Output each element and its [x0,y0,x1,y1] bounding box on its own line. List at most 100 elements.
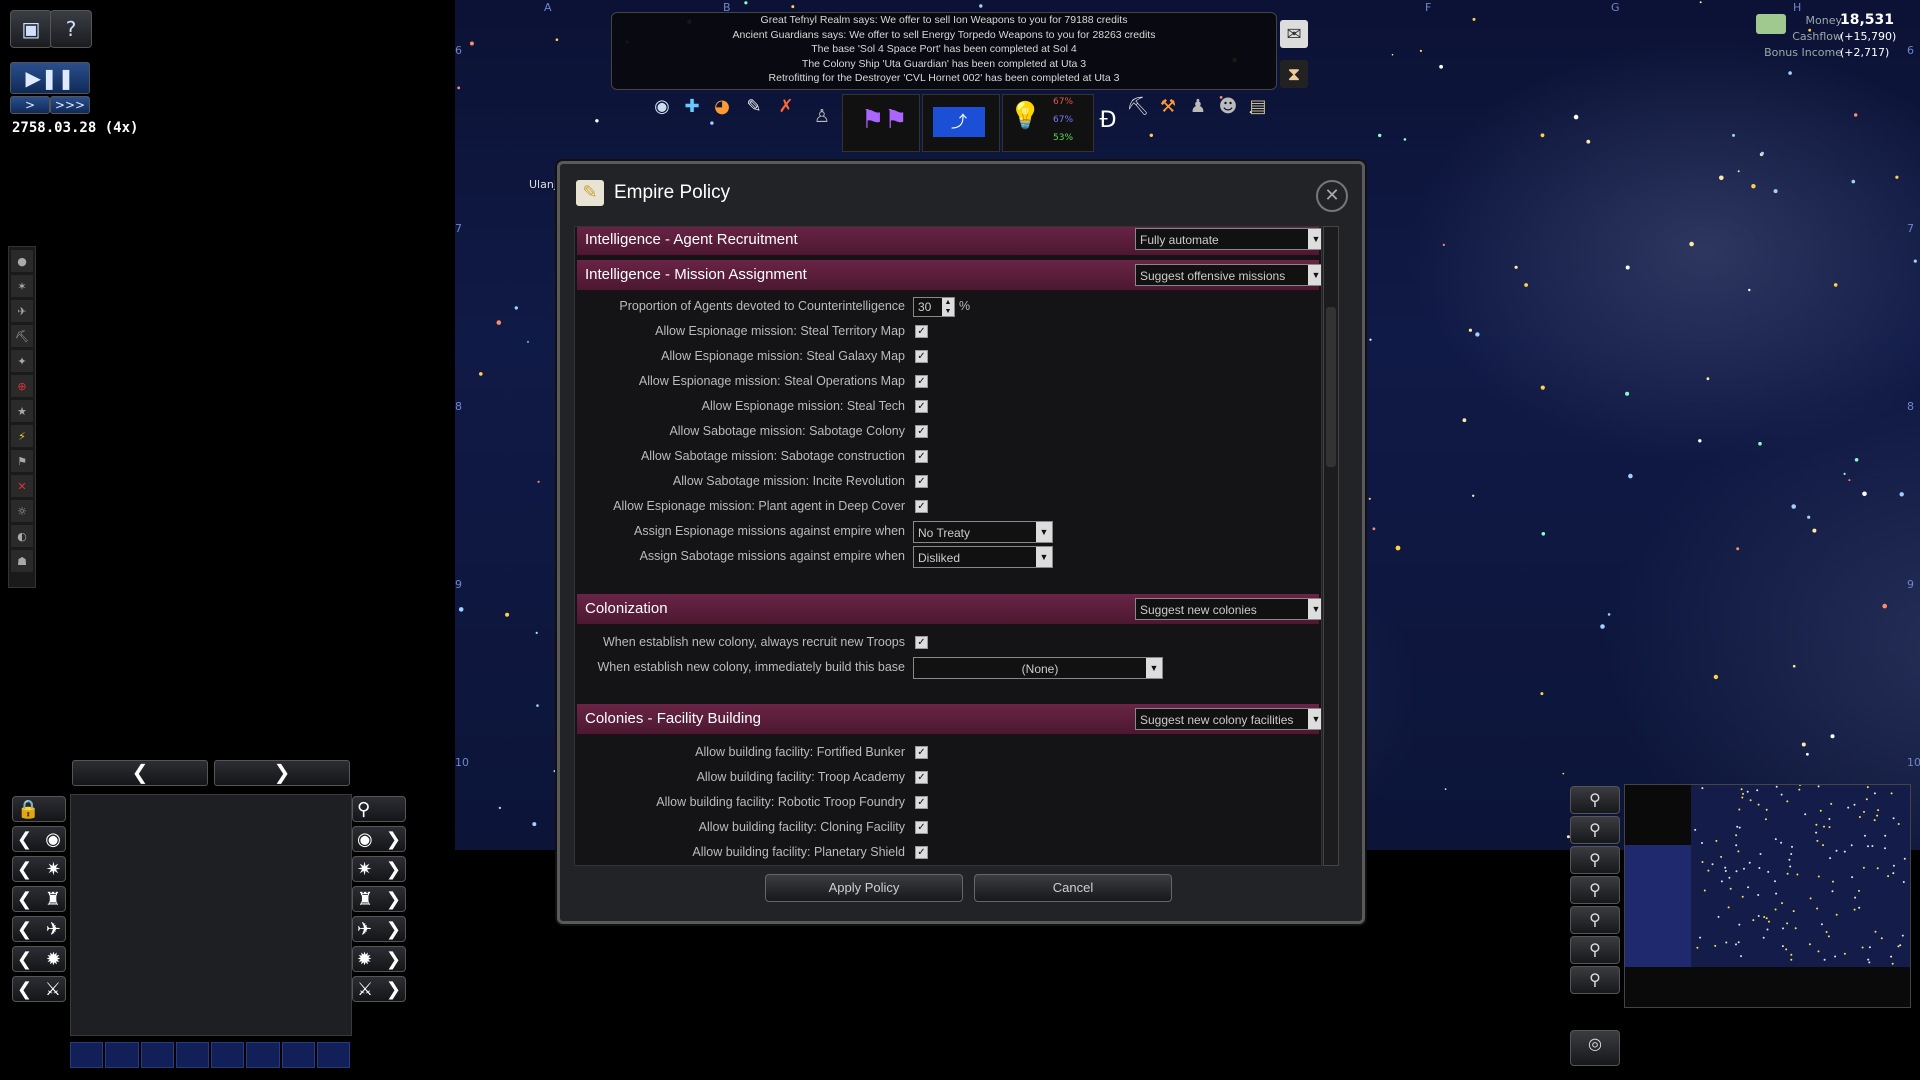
counterintel-input[interactable]: 30 ▲ ▼ [913,297,955,317]
agent-recruitment-dropdown[interactable]: Fully automate ▼ [1135,228,1321,250]
star[interactable] [1792,664,1796,668]
star[interactable] [1586,139,1591,144]
star[interactable] [535,631,538,635]
star[interactable] [1791,504,1796,509]
star[interactable] [1806,752,1809,756]
next-military-button[interactable]: ⚔ ❯ [352,976,406,1002]
zoom-sector-button[interactable]: ⚲ [1570,846,1620,874]
facility-option-checkbox[interactable]: ✓ [915,796,928,809]
mission-option-checkbox[interactable]: ✓ [915,500,928,513]
star[interactable] [1472,494,1475,497]
target-filter-icon[interactable]: ⊕ [11,375,33,397]
star[interactable] [1562,772,1565,775]
facility-option-checkbox[interactable]: ✓ [915,846,928,859]
mission-option-checkbox[interactable]: ✓ [915,325,928,338]
ship-design-icon[interactable]: ✗ [772,92,800,120]
help-button[interactable]: ? [50,10,92,48]
star[interactable] [1801,742,1806,747]
policy-scrollbar[interactable] [1323,226,1339,866]
star[interactable] [1403,138,1407,141]
star[interactable] [1854,458,1859,462]
empire-filter-icon[interactable]: ◐ [11,525,33,547]
policy-content[interactable]: Intelligence - Agent Recruitment Fully a… [574,226,1322,866]
star[interactable] [1833,283,1838,287]
fast-forward-button[interactable]: >>> [50,96,90,114]
troops-icon[interactable]: ♙ [808,102,836,130]
close-button[interactable]: ✕ [1316,180,1348,212]
star[interactable] [791,5,795,9]
message-line[interactable]: The Colony Ship 'Uta Guardian' has been … [612,57,1276,72]
star[interactable] [1600,624,1605,629]
star[interactable] [1368,497,1371,500]
star[interactable] [1899,492,1904,497]
star[interactable] [505,612,510,617]
star[interactable] [469,41,474,46]
assign-sabotage-dropdown[interactable]: Disliked ▼ [913,546,1053,568]
zoom-in-button[interactable]: ⚲ [1570,786,1620,814]
star[interactable] [1698,439,1702,443]
prev-ship-button[interactable]: ❮ ♜ [12,886,66,912]
group-slot[interactable] [105,1042,139,1068]
prev-planet-button[interactable]: ❮ ◉ [12,826,66,852]
asteroid-filter-icon[interactable]: ✶ [11,275,33,297]
star[interactable] [1628,473,1633,479]
star[interactable] [527,341,529,343]
galaxy-view-button[interactable]: ◎ [1570,1030,1620,1066]
star[interactable] [1758,441,1762,446]
star[interactable] [479,372,483,376]
characters-icon[interactable]: ♟ [1184,92,1212,120]
star[interactable] [496,320,502,325]
research-filter-icon[interactable]: ☼ [11,500,33,522]
mail-button[interactable]: ✉ [1280,20,1308,48]
star[interactable] [1851,179,1856,184]
cancel-button[interactable]: Cancel [974,874,1172,902]
star[interactable] [1378,133,1382,138]
star[interactable] [1862,491,1867,497]
star[interactable] [1442,243,1445,246]
fleet-filter-icon[interactable]: ⚑ [11,450,33,472]
prev-base-button[interactable]: ❮ ✹ [12,946,66,972]
apply-policy-button[interactable]: Apply Policy [765,874,963,902]
star[interactable] [458,607,464,612]
star[interactable] [1395,545,1401,551]
zoom-button[interactable]: ⚲ [352,796,406,822]
star[interactable] [1541,532,1546,536]
star[interactable] [1719,175,1724,181]
history-button[interactable]: ⧗ [1280,60,1308,88]
weapons-filter-icon[interactable]: ✕ [11,475,33,497]
group-slot[interactable] [281,1042,315,1068]
next-button[interactable]: ❯ [214,760,350,786]
star[interactable] [1468,328,1472,332]
mining-icon[interactable]: ⛏ [1124,92,1152,120]
star[interactable] [1444,788,1447,790]
star[interactable] [1573,114,1579,120]
prev-station-button[interactable]: ❮ ✷ [12,856,66,882]
star[interactable] [1462,418,1467,423]
fleet-button[interactable]: ⤴ [922,94,1000,152]
intelligence-icon[interactable]: Ð [1094,106,1122,134]
group-slot[interactable] [316,1042,350,1068]
star[interactable] [1751,184,1756,189]
people-icon[interactable]: ☻ [1214,92,1242,120]
energy-filter-icon[interactable]: ⚡ [11,425,33,447]
planet-filter-icon[interactable]: ● [11,250,33,272]
lock-button[interactable]: 🔒 [12,796,66,822]
star[interactable] [1706,377,1710,381]
cargo-icon[interactable]: ▤ [1244,92,1272,120]
construction-icon[interactable]: ⚒ [1154,92,1182,120]
star[interactable] [1895,175,1899,179]
star[interactable] [1732,133,1735,137]
star[interactable] [1737,170,1740,173]
mining-filter-icon[interactable]: ⛏ [11,325,33,347]
facility-option-checkbox[interactable]: ✓ [915,771,928,784]
minimap[interactable] [1624,784,1911,1008]
star[interactable] [553,770,556,773]
scrollbar-thumb[interactable] [1326,307,1336,467]
next-fleet-button[interactable]: ✈ ❯ [352,916,406,942]
mission-assignment-dropdown[interactable]: Suggest offensive missions ▼ [1135,264,1321,286]
message-line[interactable]: The base 'Sol 4 Space Port' has been com… [612,42,1276,57]
group-slot[interactable] [211,1042,245,1068]
star[interactable] [1439,64,1443,69]
next-station-button[interactable]: ✷ ❯ [352,856,406,882]
star[interactable] [1760,151,1764,155]
